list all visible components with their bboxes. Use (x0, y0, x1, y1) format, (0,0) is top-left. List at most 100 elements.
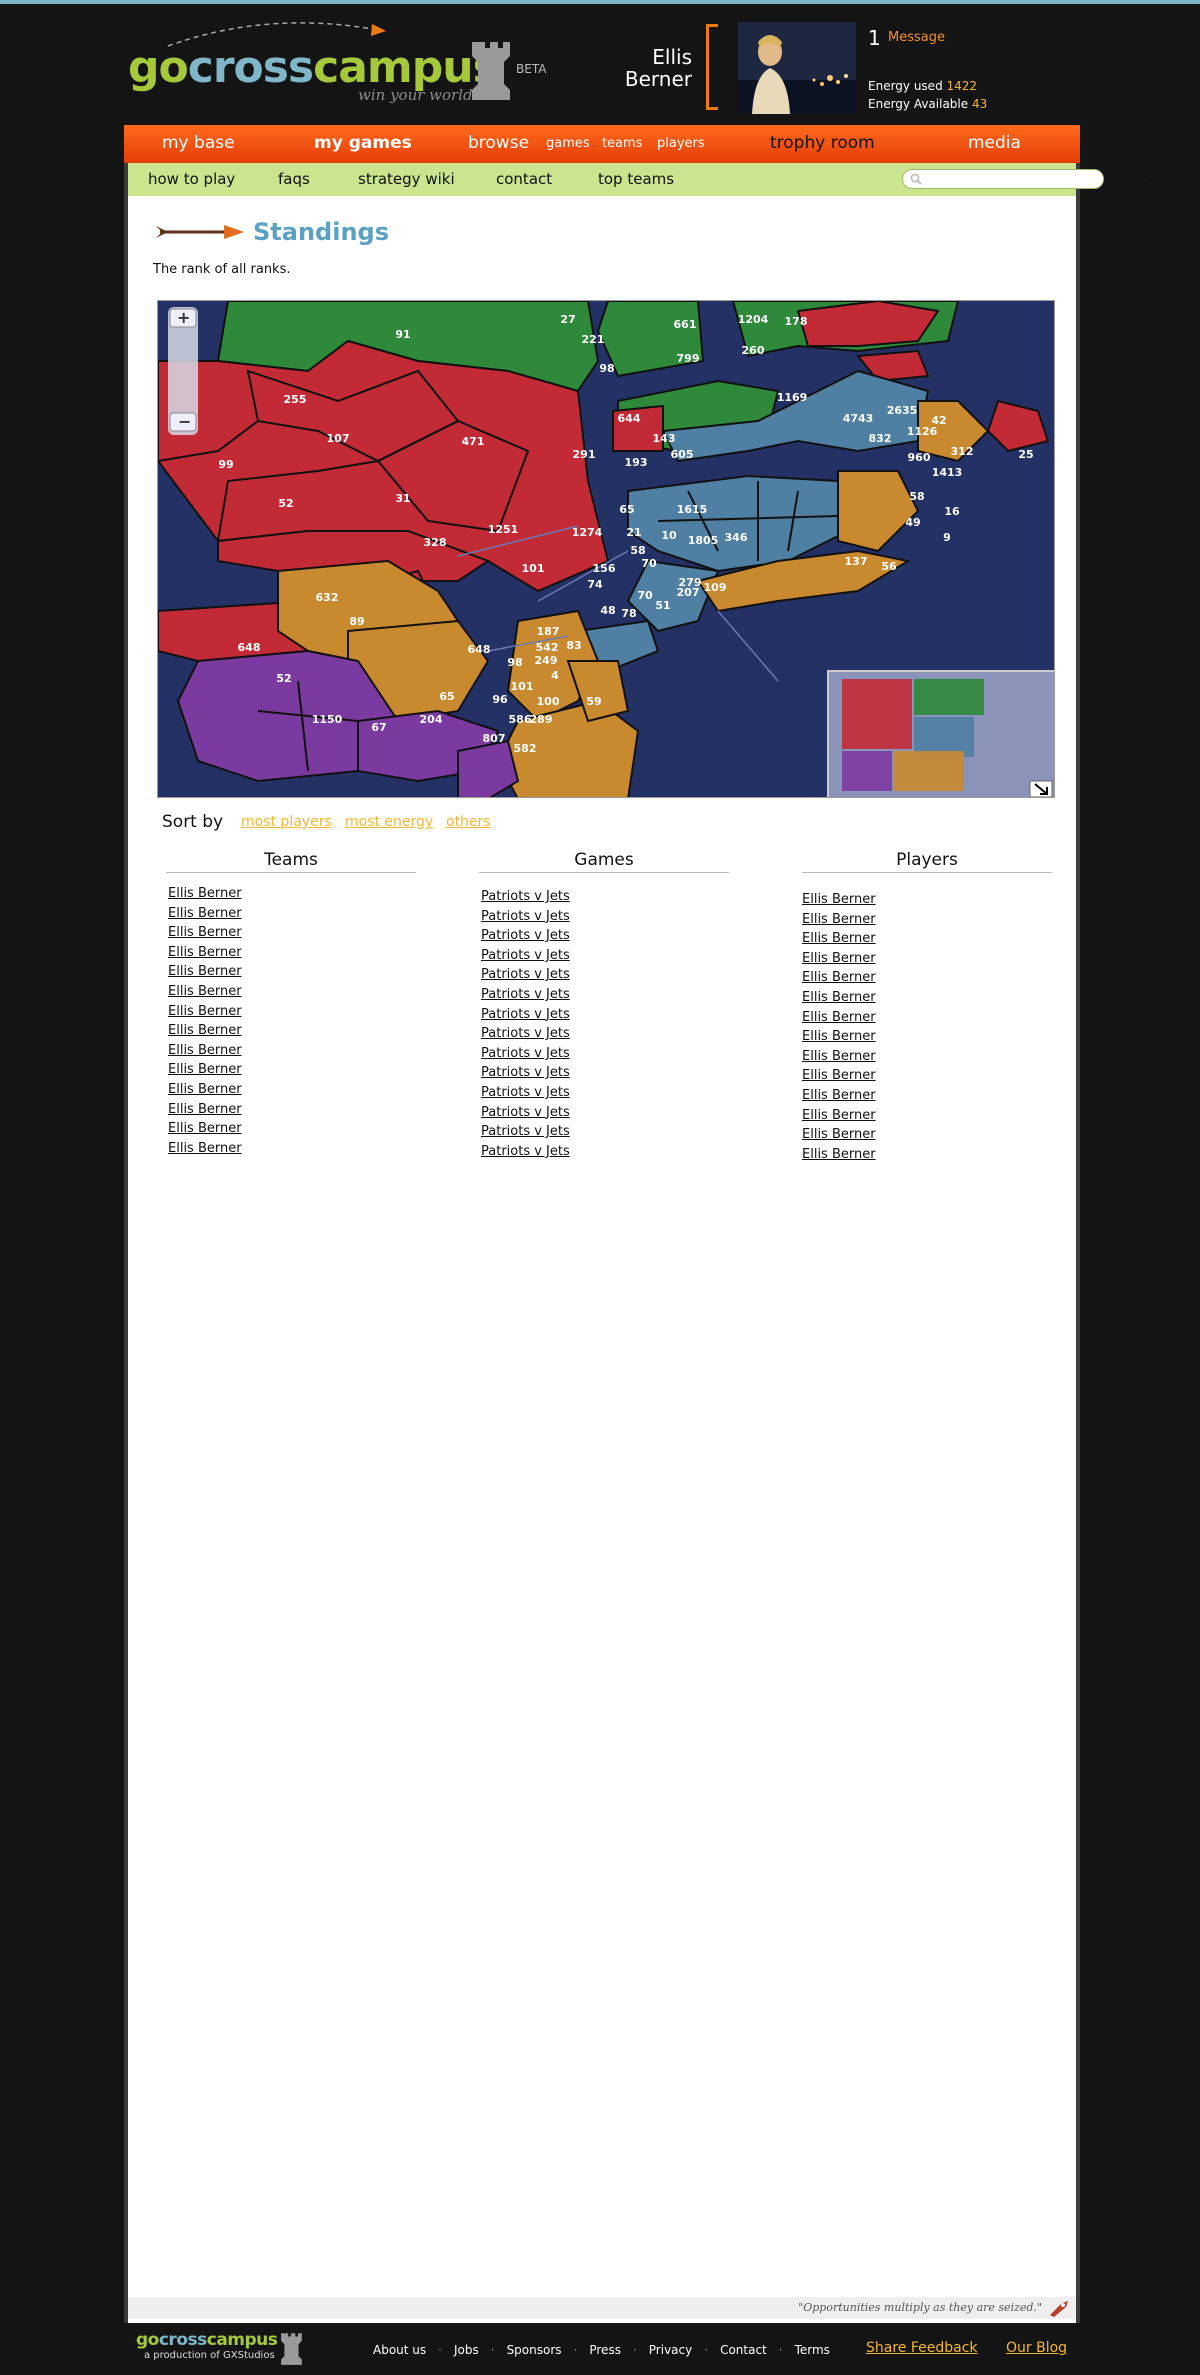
game-link[interactable]: Patriots v Jets (481, 985, 570, 1005)
game-link[interactable]: Patriots v Jets (481, 907, 570, 927)
site-logo[interactable]: gocrosscampus win your world. BETA (128, 18, 548, 108)
player-link[interactable]: Ellis Berner (802, 968, 876, 988)
sort-others[interactable]: others (446, 814, 491, 830)
game-link[interactable]: Patriots v Jets (481, 1044, 570, 1064)
subnav-contact[interactable]: contact (496, 170, 552, 188)
territory-label: 648 (238, 641, 261, 654)
team-link[interactable]: Ellis Berner (168, 1041, 242, 1061)
team-link[interactable]: Ellis Berner (168, 1100, 242, 1120)
game-link[interactable]: Patriots v Jets (481, 946, 570, 966)
team-link[interactable]: Ellis Berner (168, 1060, 242, 1080)
nav-teams[interactable]: teams (602, 136, 643, 151)
our-blog-link[interactable]: Our Blog (1006, 2340, 1067, 2356)
territory-label: 1805 (688, 534, 719, 547)
team-link[interactable]: Ellis Berner (168, 962, 242, 982)
game-link[interactable]: Patriots v Jets (481, 926, 570, 946)
team-link[interactable]: Ellis Berner (168, 1080, 242, 1100)
footer-press[interactable]: Press (589, 2343, 621, 2357)
zoom-control[interactable]: + − (168, 307, 198, 435)
nav-games[interactable]: games (546, 136, 590, 151)
team-link[interactable]: Ellis Berner (168, 982, 242, 1002)
game-link[interactable]: Patriots v Jets (481, 1142, 570, 1162)
sort-most-energy[interactable]: most energy (345, 814, 433, 830)
share-feedback-link[interactable]: Share Feedback (866, 2340, 978, 2356)
nav-players[interactable]: players (657, 136, 705, 151)
footer-about-us[interactable]: About us (373, 2343, 426, 2357)
subnav-strategy-wiki[interactable]: strategy wiki (358, 170, 455, 188)
nav-browse[interactable]: browse (468, 133, 529, 153)
team-link[interactable]: Ellis Berner (168, 1119, 242, 1139)
avatar[interactable] (738, 22, 856, 114)
game-link[interactable]: Patriots v Jets (481, 1024, 570, 1044)
territory-label: 4743 (843, 412, 874, 425)
territory-label: 59 (586, 695, 601, 708)
territory-label: 70 (637, 589, 653, 602)
arrow-icon (156, 225, 244, 239)
energy-available-label: Energy Available (868, 97, 969, 111)
player-link[interactable]: Ellis Berner (802, 1086, 876, 1106)
footer-contact[interactable]: Contact (720, 2343, 767, 2357)
games-header: Games (479, 850, 729, 873)
territory-label: 52 (276, 672, 291, 685)
game-link[interactable]: Patriots v Jets (481, 887, 570, 907)
game-link[interactable]: Patriots v Jets (481, 1063, 570, 1083)
footer-jobs[interactable]: Jobs (454, 2343, 479, 2357)
game-link[interactable]: Patriots v Jets (481, 1122, 570, 1142)
player-link[interactable]: Ellis Berner (802, 1125, 876, 1145)
territory-label: 1413 (932, 466, 963, 479)
footer-sponsors[interactable]: Sponsors (507, 2343, 562, 2357)
territory-label: 98 (599, 362, 614, 375)
nav-trophy-room[interactable]: trophy room (770, 133, 875, 153)
user-bracket (706, 24, 718, 110)
teams-list: Ellis Berner Ellis Berner Ellis Berner Elli… (168, 884, 242, 1158)
player-link[interactable]: Ellis Berner (802, 1008, 876, 1028)
footer-terms[interactable]: Terms (795, 2343, 830, 2357)
games-list: Patriots v Jets Patriots v Jets Patriots v… (481, 887, 570, 1161)
player-link[interactable]: Ellis Berner (802, 910, 876, 930)
game-link[interactable]: Patriots v Jets (481, 1083, 570, 1103)
team-link[interactable]: Ellis Berner (168, 1002, 242, 1022)
nav-my-base[interactable]: my base (162, 133, 235, 153)
team-link[interactable]: Ellis Berner (168, 943, 242, 963)
nav-media[interactable]: media (968, 133, 1021, 153)
player-link[interactable]: Ellis Berner (802, 1027, 876, 1047)
team-link[interactable]: Ellis Berner (168, 884, 242, 904)
main-nav: my base my games browse games teams play… (124, 125, 1080, 163)
player-link[interactable]: Ellis Berner (802, 1145, 876, 1165)
footer-logo[interactable]: gocrosscampus a production of GXStudios (136, 2330, 302, 2365)
player-link[interactable]: Ellis Berner (802, 890, 876, 910)
page-subtitle: The rank of all ranks. (153, 262, 291, 277)
user-name[interactable]: Ellis Berner (600, 46, 692, 90)
territory-label: 328 (424, 536, 447, 549)
game-link[interactable]: Patriots v Jets (481, 1005, 570, 1025)
sort-most-players[interactable]: most players (241, 814, 332, 830)
message-link[interactable]: Message (888, 30, 945, 45)
game-map[interactable]: 27 221 98 661 1204 178 799 260 91 255 107 471 1169 64… (157, 300, 1055, 798)
game-link[interactable]: Patriots v Jets (481, 1103, 570, 1123)
territory-label: 289 (530, 713, 553, 726)
subnav-top-teams[interactable]: top teams (598, 170, 674, 188)
search-input[interactable] (902, 169, 1104, 189)
subnav-faqs[interactable]: faqs (278, 170, 310, 188)
player-link[interactable]: Ellis Berner (802, 1047, 876, 1067)
territory-label: 960 (908, 451, 931, 464)
footer-privacy[interactable]: Privacy (649, 2343, 692, 2357)
map-canvas[interactable]: 27 221 98 661 1204 178 799 260 91 255 107 471 1169 64… (158, 301, 1055, 798)
game-link[interactable]: Patriots v Jets (481, 965, 570, 985)
team-link[interactable]: Ellis Berner (168, 923, 242, 943)
nav-my-games[interactable]: my games (314, 133, 412, 153)
team-link[interactable]: Ellis Berner (168, 1139, 242, 1159)
minimap[interactable] (827, 670, 1055, 798)
player-link[interactable]: Ellis Berner (802, 1066, 876, 1086)
player-link[interactable]: Ellis Berner (802, 988, 876, 1008)
player-link[interactable]: Ellis Berner (802, 1106, 876, 1126)
team-link[interactable]: Ellis Berner (168, 904, 242, 924)
player-link[interactable]: Ellis Berner (802, 949, 876, 969)
territory-label: 27 (560, 313, 575, 326)
search-button[interactable]: search (1118, 170, 1161, 185)
player-link[interactable]: Ellis Berner (802, 929, 876, 949)
subnav-how-to-play[interactable]: how to play (148, 170, 235, 188)
team-link[interactable]: Ellis Berner (168, 1021, 242, 1041)
territory-label: 661 (674, 318, 697, 331)
territory-label: 101 (522, 562, 545, 575)
